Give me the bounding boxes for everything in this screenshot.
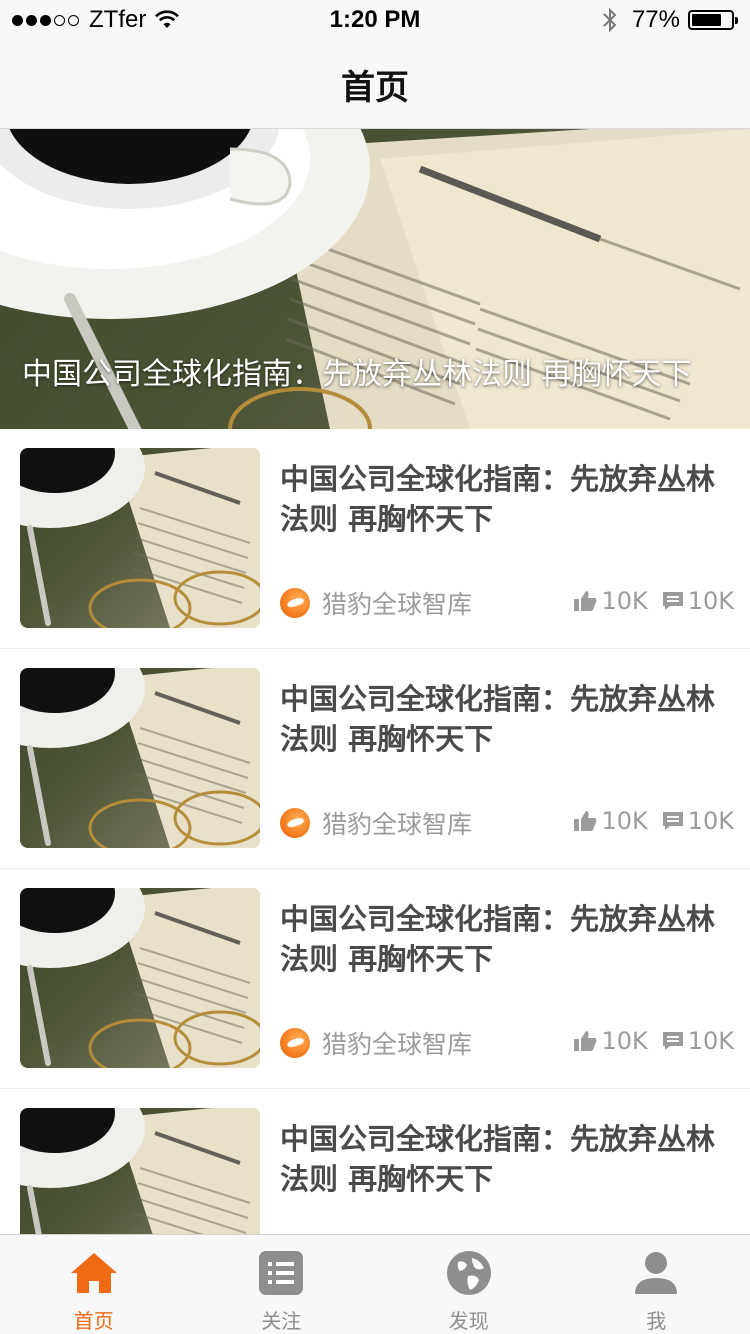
globe-icon [446,1251,491,1295]
comment-icon [662,592,683,610]
home-icon [70,1253,117,1293]
article-title: 中国公司全球化指南：先放弃丛林法则 再胸怀天下 [280,1122,716,1196]
comment-count[interactable]: 10K [662,1027,734,1055]
like-count-value: 10K [601,587,648,615]
tab-follow[interactable]: 关注 [188,1235,376,1334]
tab-me-label: 我 [646,1309,667,1333]
like-count-value: 10K [601,1027,648,1055]
comment-count-value: 10K [687,1027,734,1055]
status-right: 77% [602,6,738,34]
comment-icon [662,812,683,830]
page-title: 首页 [341,67,409,108]
article-list: 中国公司全球化指南：先放弃丛林法则 再胸怀天下 猎豹全球智库 10K 10K 中… [0,429,750,1309]
user-icon [635,1252,678,1294]
comment-count[interactable]: 10K [662,587,734,615]
source-name: 猎豹全球智库 [322,590,473,619]
article-title: 中国公司全球化指南：先放弃丛林法则 再胸怀天下 [280,682,716,756]
source-logo-icon [280,1028,310,1058]
article-title: 中国公司全球化指南：先放弃丛林法则 再胸怀天下 [280,462,716,536]
battery-percent: 77% [631,6,680,33]
tab-discover-label: 发现 [448,1309,489,1333]
thumbnail-image [20,668,260,848]
article-title: 中国公司全球化指南：先放弃丛林法则 再胸怀天下 [280,902,716,976]
article-stats: 10K 10K [573,587,734,615]
thumbs-up-icon [574,811,597,831]
article-thumbnail [20,448,260,628]
bluetooth-icon [603,7,617,33]
thumbs-up-icon [574,591,597,611]
tab-me[interactable]: 我 [563,1235,750,1334]
comment-count-value: 10K [687,807,734,835]
source-name: 猎豹全球智库 [322,810,473,839]
article-item[interactable]: 中国公司全球化指南：先放弃丛林法则 再胸怀天下 猎豹全球智库 10K 10K [0,869,750,1089]
article-stats: 10K 10K [573,1027,734,1055]
like-count[interactable]: 10K [573,587,648,615]
battery-icon [688,10,738,30]
comment-count[interactable]: 10K [662,807,734,835]
article-item[interactable]: 中国公司全球化指南：先放弃丛林法则 再胸怀天下 猎豹全球智库 10K 10K [0,429,750,649]
comment-count-value: 10K [687,587,734,615]
thumbnail-image [20,888,260,1068]
navigation-bar: 首页 [0,40,750,129]
article-source[interactable]: 猎豹全球智库 [280,585,472,621]
like-count[interactable]: 10K [573,807,648,835]
article-source[interactable]: 猎豹全球智库 [280,805,472,841]
like-count[interactable]: 10K [573,1027,648,1055]
tab-home-label: 首页 [73,1309,114,1333]
source-name: 猎豹全球智库 [322,1030,473,1059]
battery-level [692,14,721,26]
comment-icon [662,1032,683,1050]
banner-carousel[interactable]: 中国公司全球化指南：先放弃丛林法则 再胸怀天下 [0,129,750,429]
article-stats: 10K 10K [573,807,734,835]
article-source[interactable]: 猎豹全球智库 [280,1025,472,1061]
article-thumbnail [20,888,260,1068]
list-icon [259,1251,304,1295]
source-logo-icon [280,808,310,838]
article-thumbnail [20,668,260,848]
thumbs-up-icon [574,1031,597,1051]
status-bar: ZTfer 1:20 PM 77% [0,0,750,40]
thumbnail-image [20,448,260,628]
source-logo-icon [280,588,310,618]
tab-bar: 首页 关注 发现 我 [0,1234,750,1334]
tab-home[interactable]: 首页 [0,1235,188,1334]
banner-title: 中国公司全球化指南：先放弃丛林法则 再胸怀天下 [22,357,692,392]
article-item[interactable]: 中国公司全球化指南：先放弃丛林法则 再胸怀天下 猎豹全球智库 10K 10K [0,649,750,869]
like-count-value: 10K [601,807,648,835]
tab-discover[interactable]: 发现 [375,1235,563,1334]
tab-follow-label: 关注 [261,1309,302,1333]
